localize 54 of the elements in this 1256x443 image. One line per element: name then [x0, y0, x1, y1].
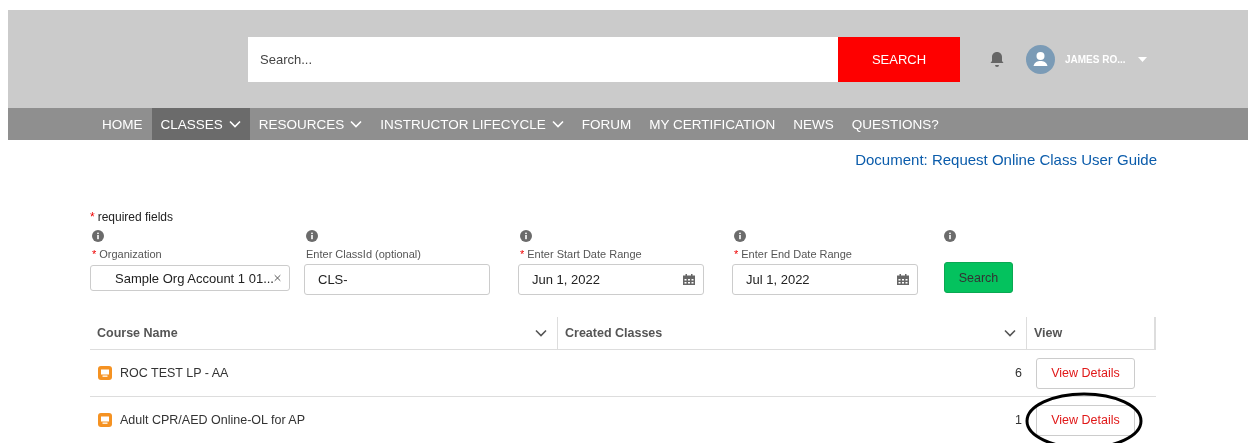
search-field[interactable]: Search...	[248, 36, 838, 82]
column-header-cell[interactable]: Created Classes	[558, 317, 1027, 349]
view-details-button[interactable]: View Details	[1036, 357, 1135, 389]
chevron-down-icon	[228, 120, 241, 128]
bell-icon[interactable]	[988, 50, 1006, 68]
chevron-down-icon	[1004, 329, 1016, 337]
chevron-down-icon	[350, 120, 363, 128]
field-label: Organization	[99, 248, 162, 260]
nav-tab[interactable]: QUESTIONS?	[842, 108, 948, 140]
view-details-button[interactable]: View Details	[1036, 404, 1135, 436]
course-name: Adult CPR/AED Online-OL for AP	[120, 413, 306, 427]
info-icon	[944, 230, 956, 242]
nav-tab[interactable]: MY CERTIFICATION	[640, 108, 785, 140]
course-icon	[98, 366, 112, 380]
calendar-icon[interactable]	[683, 274, 695, 285]
nav-tab[interactable]: CLASSES	[151, 108, 250, 140]
user-guide-link[interactable]: Document: Request Online Class User Guide	[855, 151, 1157, 198]
info-icon	[306, 230, 318, 242]
column-header[interactable]: Created Classes	[565, 326, 663, 340]
info-icon	[520, 230, 532, 242]
course-icon	[98, 413, 112, 427]
calendar-icon[interactable]	[897, 274, 909, 285]
info-icon	[92, 230, 104, 242]
search-button[interactable]: Search	[944, 262, 1013, 293]
info-icon	[734, 230, 746, 242]
date-field[interactable]: Jul 1, 2022	[732, 264, 918, 295]
column-header-cell[interactable]: View	[1027, 317, 1156, 349]
chevron-down-icon	[535, 329, 547, 337]
column-header[interactable]: Course Name	[97, 326, 178, 340]
nav-tab[interactable]: FORUM	[572, 108, 641, 140]
chevron-down-icon	[551, 120, 564, 128]
required-mark: *	[734, 248, 739, 260]
avatar-icon[interactable]	[1026, 44, 1055, 74]
course-name: ROC TEST LP - AA	[120, 366, 229, 380]
required-mark: *	[90, 210, 95, 224]
nav-tab[interactable]: INSTRUCTOR LIFECYCLE	[371, 108, 573, 140]
required-note: required fields	[97, 210, 174, 224]
class-count: 6	[1014, 366, 1023, 380]
nav-tab[interactable]: NEWS	[784, 108, 843, 140]
nav-tab[interactable]: HOME	[93, 108, 152, 140]
organization-field[interactable]: Sample Org Account 1 01...	[90, 265, 290, 291]
date-field[interactable]: Jun 1, 2022	[518, 264, 704, 295]
column-header-cell[interactable]: Course Name	[90, 317, 558, 349]
required-mark: *	[520, 248, 525, 260]
clear-icon[interactable]	[274, 273, 281, 283]
required-mark: *	[92, 248, 97, 260]
nav-tab[interactable]: RESOURCES	[249, 108, 372, 140]
field-label: Enter End Date Range	[741, 248, 852, 260]
class-id-field[interactable]: CLS-	[304, 264, 490, 295]
search-button[interactable]: SEARCH	[838, 36, 960, 82]
field-label: Enter Start Date Range	[527, 248, 642, 260]
column-header[interactable]: View	[1034, 326, 1063, 340]
field-label: Enter ClassId (optional)	[306, 248, 421, 260]
class-count: 1	[1014, 413, 1023, 427]
